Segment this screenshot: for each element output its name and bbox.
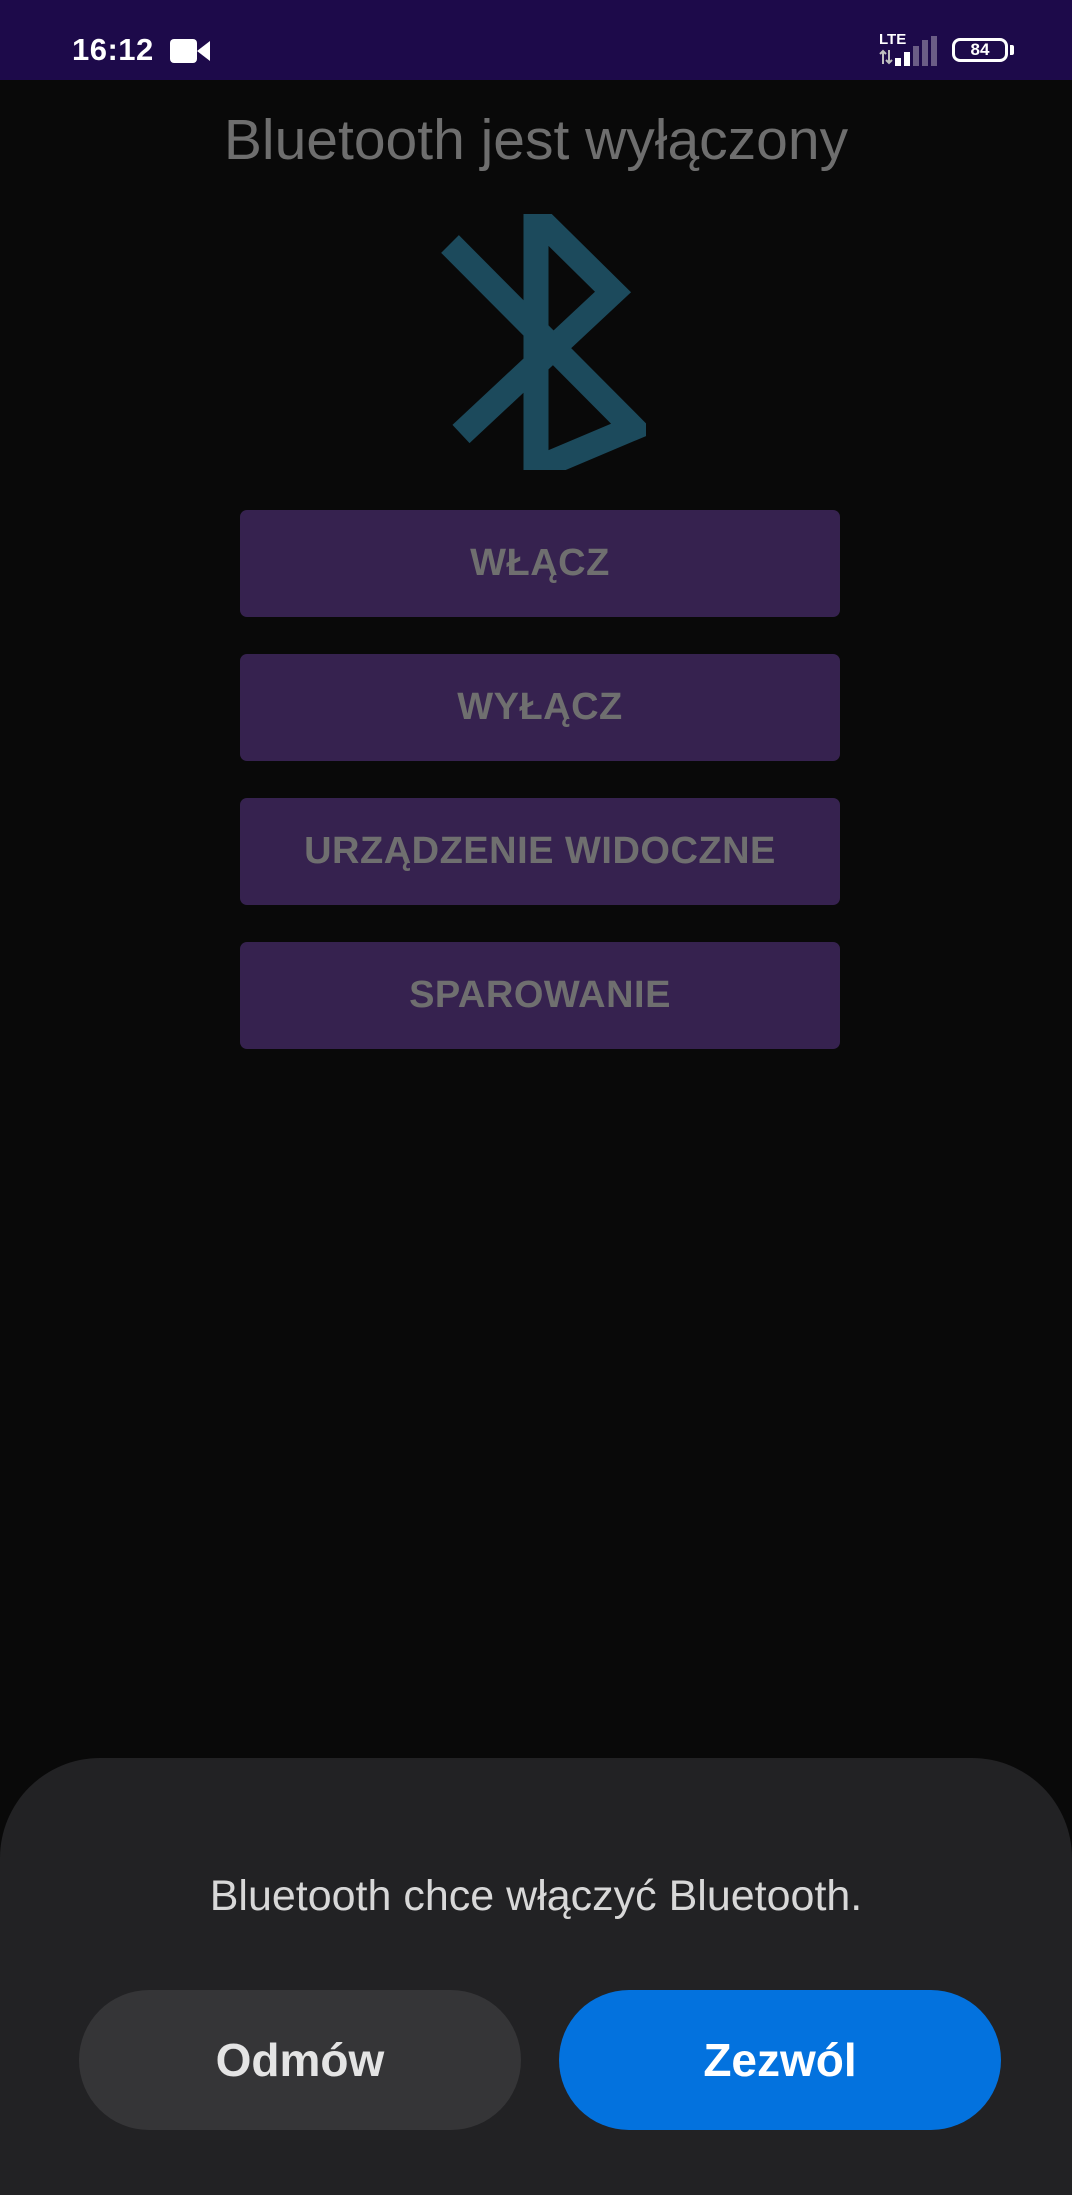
status-time: 16:12 bbox=[72, 32, 154, 67]
pairing-button[interactable]: SPAROWANIE bbox=[240, 942, 840, 1049]
signal-icon bbox=[895, 36, 937, 66]
allow-label: Zezwól bbox=[703, 2034, 857, 2086]
deny-label: Odmów bbox=[215, 2034, 385, 2086]
make-visible-label: URZĄDZENIE WIDOCZNE bbox=[304, 830, 776, 872]
pairing-label: SPAROWANIE bbox=[409, 974, 671, 1016]
page-title: Bluetooth jest wyłączony bbox=[223, 108, 849, 172]
turn-off-label: WYŁĄCZ bbox=[457, 686, 623, 728]
screen: 16:12 LTE 84 Bluetooth jest wyłączony WŁ… bbox=[0, 0, 1072, 2195]
turn-off-button[interactable]: WYŁĄCZ bbox=[240, 654, 840, 761]
deny-button[interactable]: Odmów bbox=[79, 1990, 521, 2130]
battery-tip bbox=[1010, 45, 1014, 55]
battery-level: 84 bbox=[970, 40, 990, 59]
permission-dialog: Bluetooth chce włączyć Bluetooth. Odmów … bbox=[0, 1758, 1072, 2195]
allow-button[interactable]: Zezwól bbox=[559, 1990, 1001, 2130]
data-arrows-icon bbox=[879, 49, 893, 65]
battery-icon: 84 bbox=[952, 38, 1008, 62]
status-bar: 16:12 LTE 84 bbox=[0, 0, 1072, 80]
dialog-message: Bluetooth chce włączyć Bluetooth. bbox=[209, 1872, 863, 1920]
make-visible-button[interactable]: URZĄDZENIE WIDOCZNE bbox=[240, 798, 840, 905]
turn-on-label: WŁĄCZ bbox=[470, 542, 610, 584]
bluetooth-icon bbox=[441, 214, 646, 470]
turn-on-button[interactable]: WŁĄCZ bbox=[240, 510, 840, 617]
video-camera-icon bbox=[170, 39, 210, 63]
